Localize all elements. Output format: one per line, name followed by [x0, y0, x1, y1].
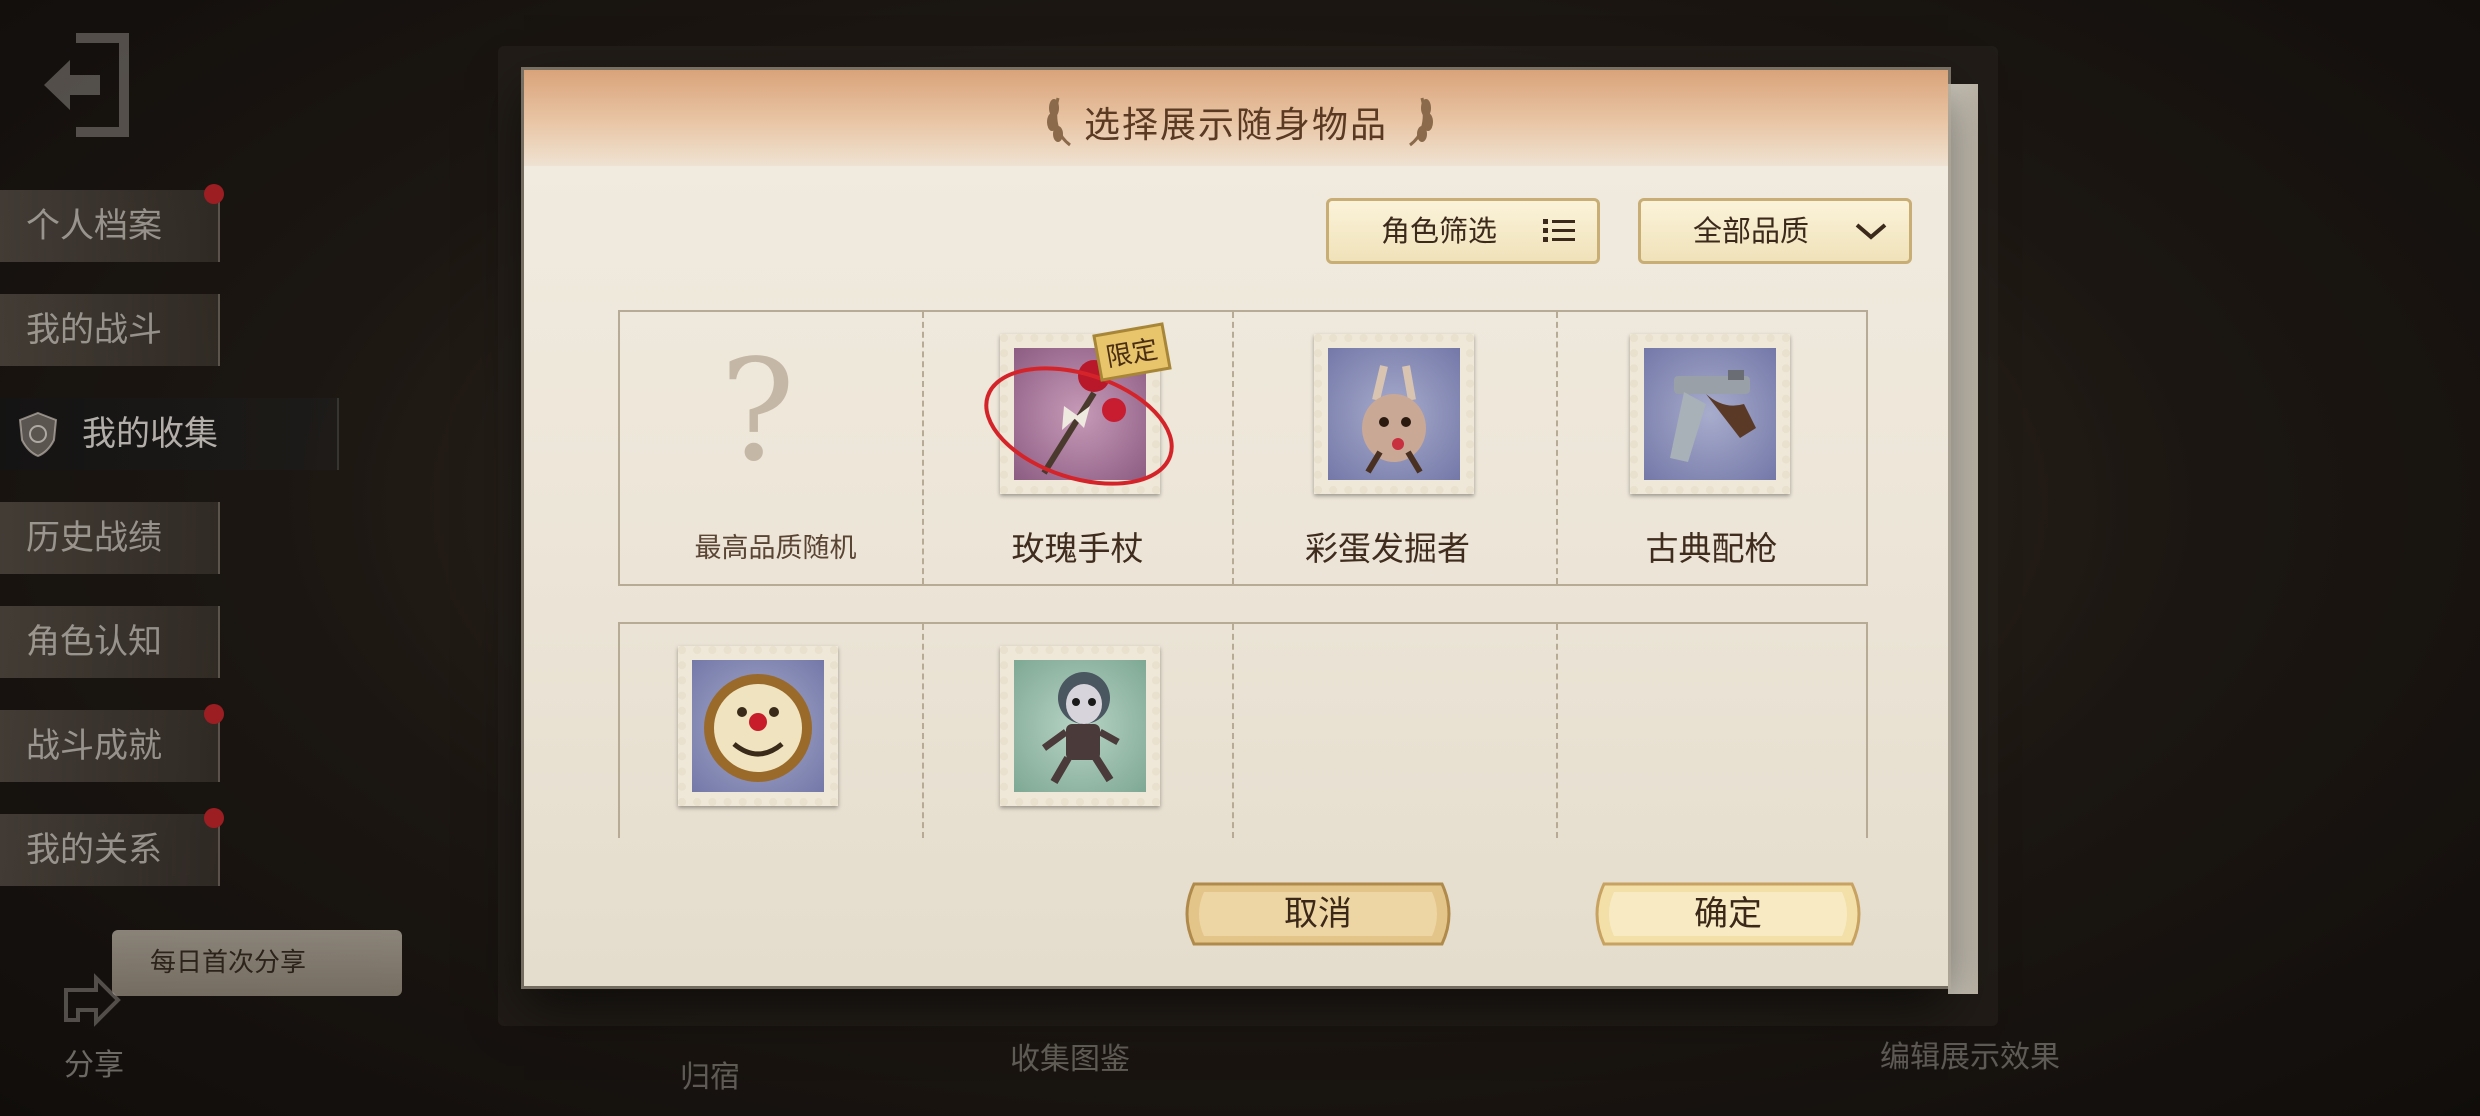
shield-emblem-icon: [18, 411, 58, 458]
dialog-header: 选择展示随身物品: [524, 70, 1948, 166]
item-label: 玫瑰手杖: [1011, 529, 1144, 568]
item-cell-empty: [1232, 624, 1543, 838]
clown-drum-icon: [704, 674, 812, 782]
dialog-title: 选择展示随身物品: [1083, 105, 1388, 146]
item-cell-egg-digger[interactable]: 彩蛋发掘者: [1232, 312, 1543, 584]
item-label: 古典配枪: [1645, 529, 1778, 568]
items-row-2: [618, 622, 1868, 838]
item-label: 彩蛋发掘者: [1305, 529, 1470, 568]
quality-filter-label: 全部品质: [1693, 214, 1810, 248]
confirm-button-label: 确定: [1694, 894, 1762, 934]
bottom-center-label[interactable]: 收集图鉴: [1010, 1034, 1130, 1078]
item-cell-rose-cane[interactable]: 限定 玫瑰手杖: [922, 312, 1233, 584]
character-filter-button[interactable]: 角色筛选: [1326, 198, 1600, 264]
notification-dot: [204, 808, 224, 828]
sidebar-item-label: 角色认知: [26, 622, 162, 662]
item-stamp: [1314, 334, 1474, 494]
item-cell-doll[interactable]: [922, 624, 1233, 838]
sidebar-item-battles[interactable]: 我的战斗: [0, 294, 220, 366]
sidebar-item-label: 我的收集: [82, 414, 218, 454]
sidebar-item-label: 战斗成就: [26, 726, 162, 766]
chevron-down-icon: [1855, 223, 1887, 240]
modal-side-strip: [1948, 84, 1978, 994]
item-cell-classic-pistol[interactable]: 古典配枪: [1556, 312, 1867, 584]
sidebar-item-history[interactable]: 历史战绩: [0, 502, 220, 574]
exit-icon[interactable]: [36, 30, 136, 140]
sidebar-item-achievements[interactable]: 战斗成就: [0, 704, 224, 782]
character-filter-label: 角色筛选: [1381, 214, 1498, 248]
select-item-dialog: 选择展示随身物品 角色筛选 全部品质 ? 最高品质随机 限定 玫瑰手杖 彩蛋发掘…: [524, 70, 1948, 986]
items-row-1: ? 最高品质随机 限定 玫瑰手杖 彩蛋发掘者 古典配枪: [618, 310, 1868, 586]
flintlock-pistol-icon: [1670, 370, 1756, 462]
bottom-left-label[interactable]: 归宿: [680, 1052, 740, 1096]
daily-share-tip[interactable]: 每日首次分享: [112, 930, 402, 996]
share-label[interactable]: 分享: [64, 1040, 124, 1084]
question-mark-icon: ?: [720, 330, 796, 493]
list-icon: [1543, 219, 1575, 242]
sidebar-item-label: 我的战斗: [26, 310, 162, 350]
cancel-button[interactable]: 取消: [1180, 876, 1456, 952]
limited-badge: 限定: [1092, 322, 1172, 382]
share-tip-label: 每日首次分享: [150, 948, 307, 978]
sidebar: 个人档案 我的战斗 我的收集 历史战绩 角色认知 战斗成就 我的关系: [0, 184, 339, 918]
sidebar-item-profile[interactable]: 个人档案: [0, 184, 224, 262]
item-stamp: [1630, 334, 1790, 494]
share-icon[interactable]: [56, 970, 126, 1030]
sidebar-item-collection[interactable]: 我的收集: [0, 398, 339, 470]
notification-dot: [204, 704, 224, 724]
item-label: 最高品质随机: [694, 533, 857, 564]
egg-bunny-icon: [1362, 365, 1426, 474]
laurel-right-icon: [1409, 97, 1433, 147]
notification-dot: [204, 184, 224, 204]
confirm-button[interactable]: 确定: [1590, 876, 1866, 952]
sidebar-item-label: 个人档案: [26, 206, 162, 246]
sidebar-item-character-knowledge[interactable]: 角色认知: [0, 606, 220, 678]
item-stamp: [678, 646, 838, 806]
item-cell-random[interactable]: ? 最高品质随机: [620, 312, 931, 584]
sidebar-item-label: 历史战绩: [26, 518, 162, 558]
item-cell-clown-drum[interactable]: [620, 624, 931, 838]
doll-icon: [1041, 672, 1120, 785]
item-cell-empty: [1556, 624, 1867, 838]
sidebar-item-relations[interactable]: 我的关系: [0, 808, 224, 886]
sidebar-item-label: 我的关系: [26, 830, 162, 870]
edit-display-label[interactable]: 编辑展示效果: [1880, 1032, 2060, 1076]
quality-filter-dropdown[interactable]: 全部品质: [1638, 198, 1912, 264]
item-stamp: [1000, 646, 1160, 806]
cancel-button-label: 取消: [1284, 894, 1352, 934]
